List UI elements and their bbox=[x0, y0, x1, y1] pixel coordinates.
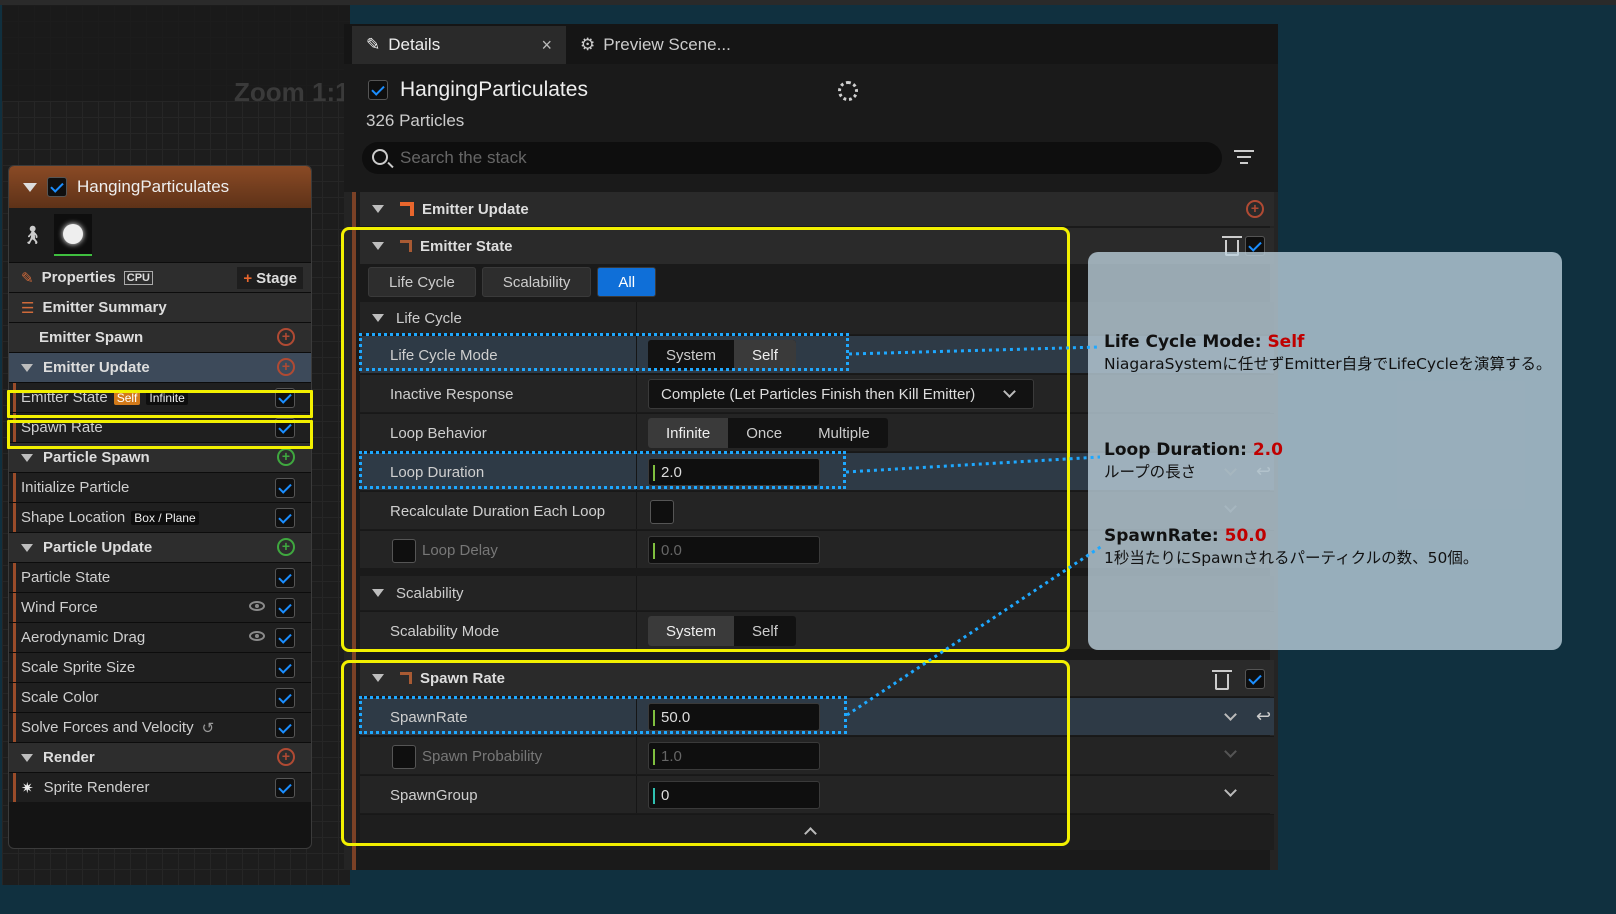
callout-connectors bbox=[845, 345, 1103, 717]
